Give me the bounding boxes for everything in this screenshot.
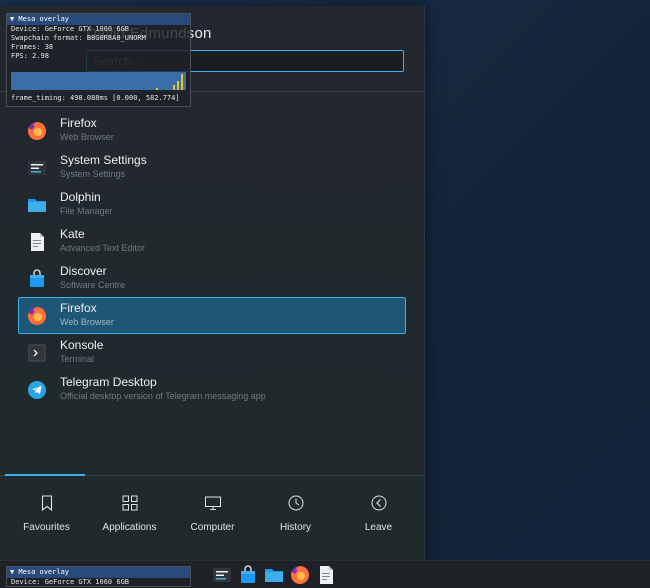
text-editor-icon[interactable]: [316, 565, 336, 585]
tab-label: Computer: [190, 522, 235, 533]
mesa-overlay-taskbar[interactable]: ▼ Mesa overlay Device: GeForce GTX 1060 …: [6, 566, 191, 587]
firefox-icon: [27, 306, 47, 326]
shopping-bag-icon: [27, 269, 47, 289]
frame-timing-graph: [11, 72, 186, 90]
app-description: File Manager: [60, 206, 113, 216]
list-item-konsole[interactable]: Konsole Terminal: [18, 334, 406, 371]
active-tab-indicator: [5, 474, 85, 476]
list-item-firefox[interactable]: Firefox Web Browser: [18, 112, 406, 149]
mesa-fps: FPS: 2.98: [11, 52, 49, 60]
app-description: Software Centre: [60, 280, 126, 290]
telegram-icon: [27, 380, 47, 400]
tab-favourites[interactable]: Favourites: [5, 484, 88, 544]
list-item-kate[interactable]: Kate Advanced Text Editor: [18, 223, 406, 260]
app-name: Konsole: [60, 338, 104, 352]
tab-label: History: [279, 522, 312, 533]
list-item-discover[interactable]: Discover Software Centre: [18, 260, 406, 297]
clock-icon: [287, 494, 305, 512]
arrow-left-circle-icon: [370, 494, 388, 512]
footer-tabs: Favourites Applications Computer History…: [5, 484, 420, 544]
app-description: Official desktop version of Telegram mes…: [60, 391, 266, 401]
system-settings-icon: [27, 158, 47, 178]
list-item-firefox-selected[interactable]: Firefox Web Browser: [18, 297, 406, 334]
tab-label: Leave: [364, 522, 393, 533]
firefox-icon[interactable]: [290, 565, 310, 585]
tab-leave[interactable]: Leave: [337, 484, 420, 544]
graph-bar: [181, 74, 183, 90]
graph-bar: [177, 81, 179, 90]
app-name: Dolphin: [60, 190, 101, 204]
graph-bar: [173, 85, 175, 90]
app-description: Terminal: [60, 354, 95, 364]
text-editor-icon: [27, 232, 47, 252]
mesa-device: Device: GeForce GTX 1060 6GB: [11, 578, 130, 586]
terminal-icon: [27, 343, 47, 363]
tab-history[interactable]: History: [254, 484, 337, 544]
mesa-frame-timing: frame_timing: 498.088ms [0.000, 582.774]: [11, 94, 180, 102]
favourites-list: Firefox Web Browser System Settings Syst…: [18, 112, 406, 408]
list-item-telegram[interactable]: Telegram Desktop Official desktop versio…: [18, 371, 406, 408]
list-item-dolphin[interactable]: Dolphin File Manager: [18, 186, 406, 223]
mesa-overlay-title[interactable]: ▼ Mesa overlay: [7, 14, 190, 25]
mesa-frames: Frames: 38: [11, 43, 54, 51]
bookmark-icon: [38, 494, 56, 512]
shopping-bag-icon[interactable]: [238, 565, 258, 585]
app-name: Kate: [60, 227, 85, 241]
app-name: Firefox: [60, 301, 97, 315]
list-item-system-settings[interactable]: System Settings System Settings: [18, 149, 406, 186]
app-description: Web Browser: [60, 132, 114, 142]
app-name: System Settings: [60, 153, 147, 167]
tab-label: Favourites: [23, 522, 70, 533]
tab-computer[interactable]: Computer: [171, 484, 254, 544]
app-name: Telegram Desktop: [60, 375, 157, 389]
mesa-swapchain: Swapchain format: B8G8R8A8_UNORM: [11, 34, 146, 42]
app-name: Discover: [60, 264, 107, 278]
mesa-device: Device: GeForce GTX 1060 6GB: [11, 25, 130, 33]
folder-icon: [27, 195, 47, 215]
system-settings-icon[interactable]: [212, 565, 232, 585]
firefox-icon: [27, 121, 47, 141]
app-name: Firefox: [60, 116, 97, 130]
tab-label: Applications: [102, 522, 157, 533]
app-description: Web Browser: [60, 317, 114, 327]
mesa-overlay[interactable]: ▼ Mesa overlay Device: GeForce GTX 1060 …: [6, 13, 191, 107]
graph-bar: [156, 88, 158, 90]
grid-icon: [121, 494, 139, 512]
tab-applications[interactable]: Applications: [88, 484, 171, 544]
mesa-overlay-title[interactable]: ▼ Mesa overlay: [7, 567, 190, 578]
app-description: Advanced Text Editor: [60, 243, 145, 253]
app-description: System Settings: [60, 169, 126, 179]
folder-icon[interactable]: [264, 565, 284, 585]
monitor-icon: [204, 494, 222, 512]
